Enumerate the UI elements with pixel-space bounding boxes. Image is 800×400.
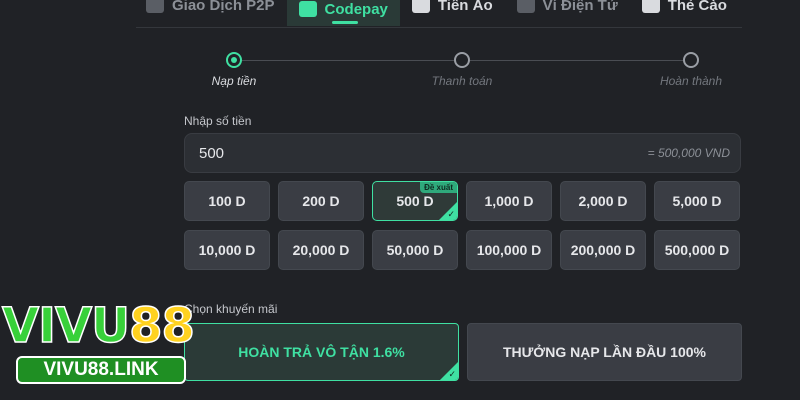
step-payment: Thanh toán: [402, 52, 522, 88]
tab-ewallet[interactable]: Ví Điện Tử: [505, 0, 630, 18]
step-label: Nạp tiền: [211, 74, 257, 88]
tab-label: Ví Điện Tử: [542, 0, 618, 14]
amount-option[interactable]: 100,000 D: [466, 230, 552, 270]
tab-label: Thẻ Cào: [667, 0, 727, 14]
amount-option[interactable]: 5,000 D: [654, 181, 740, 221]
amount-option-label: 50,000 D: [386, 242, 444, 258]
amount-option[interactable]: 100 D: [184, 181, 270, 221]
amount-label: Nhập số tiền: [184, 114, 252, 128]
check-icon: ✓: [447, 209, 455, 219]
check-icon: ✓: [448, 369, 456, 379]
promotion-options: HOÀN TRẢ VÔ TẬN 1.6% ✓ THƯỞNG NẠP LẦN ĐẦ…: [184, 323, 742, 381]
amount-option[interactable]: 50,000 D: [372, 230, 458, 270]
step-dot-active: [226, 52, 242, 68]
card-icon: [641, 0, 660, 13]
amount-option-label: 500 D: [396, 193, 434, 209]
amount-option-label: 100,000 D: [476, 242, 542, 258]
promotion-option-selected[interactable]: HOÀN TRẢ VÔ TẬN 1.6% ✓: [184, 323, 459, 381]
step-label: Thanh toán: [431, 74, 493, 88]
amount-option-label: 2,000 D: [578, 193, 628, 209]
amount-option-label: 1,000 D: [484, 193, 534, 209]
tab-label: Tiền Ảo: [437, 0, 493, 14]
promotion-option[interactable]: THƯỞNG NẠP LẦN ĐẦU 100%: [467, 323, 742, 381]
amount-option[interactable]: 2,000 D: [560, 181, 646, 221]
logo-text-yellow: 88: [128, 297, 195, 355]
logo-wordmark: VIVU88: [1, 297, 212, 355]
payment-method-tabs: Giao Dịch P2P Codepay Tiền Ảo Ví Điện Tử…: [136, 0, 742, 28]
logo-link-banner: VIVU88.LINK: [16, 356, 186, 384]
tab-p2p[interactable]: Giao Dịch P2P: [136, 0, 287, 18]
qr-icon: [298, 1, 317, 17]
tab-label: Codepay: [324, 0, 388, 18]
step-label: Hoàn thành: [659, 74, 723, 88]
amount-option-label: 200,000 D: [570, 242, 636, 258]
amount-value[interactable]: 500: [199, 145, 224, 162]
promotion-option-label: THƯỞNG NẠP LẦN ĐẦU 100%: [503, 344, 706, 360]
promotion-option-label: HOÀN TRẢ VÔ TẬN 1.6%: [238, 344, 405, 360]
amount-option[interactable]: 200 D: [278, 181, 364, 221]
amount-option-label: 100 D: [208, 193, 246, 209]
p2p-icon: [146, 0, 164, 13]
crypto-icon: [411, 0, 430, 13]
amount-option[interactable]: 500,000 D: [654, 230, 740, 270]
tab-label: Giao Dịch P2P: [172, 0, 275, 14]
tab-crypto[interactable]: Tiền Ảo: [400, 0, 505, 18]
step-dot: [683, 52, 699, 68]
amount-options: 100 D 200 D Đề xuất 500 D ✓ 1,000 D 2,00…: [184, 181, 742, 270]
progress-stepper: Nạp tiền Thanh toán Hoàn thành: [184, 50, 740, 90]
tab-codepay[interactable]: Codepay: [286, 0, 400, 26]
vivu88-logo: VIVU88 VIVU88.LINK: [1, 297, 212, 384]
amount-option[interactable]: 200,000 D: [560, 230, 646, 270]
amount-option-label: 200 D: [302, 193, 340, 209]
amount-option[interactable]: 20,000 D: [278, 230, 364, 270]
amount-conversion: = 500,000 VND: [647, 146, 730, 160]
amount-option-label: 20,000 D: [292, 242, 350, 258]
amount-option-label: 10,000 D: [198, 242, 256, 258]
step-deposit: Nạp tiền: [174, 52, 294, 88]
amount-option[interactable]: 1,000 D: [466, 181, 552, 221]
step-complete: Hoàn thành: [631, 52, 751, 88]
amount-option[interactable]: 10,000 D: [184, 230, 270, 270]
tab-scratch-card[interactable]: Thẻ Cào: [630, 0, 739, 18]
amount-option-label: 5,000 D: [672, 193, 722, 209]
amount-option-label: 500,000 D: [664, 242, 730, 258]
wallet-icon: [516, 0, 535, 13]
recommended-badge: Đề xuất: [420, 182, 457, 193]
amount-input[interactable]: 500 = 500,000 VND: [184, 133, 741, 173]
logo-text-green: VIVU: [1, 297, 131, 355]
step-dot: [454, 52, 470, 68]
amount-option-selected[interactable]: Đề xuất 500 D ✓: [372, 181, 458, 221]
